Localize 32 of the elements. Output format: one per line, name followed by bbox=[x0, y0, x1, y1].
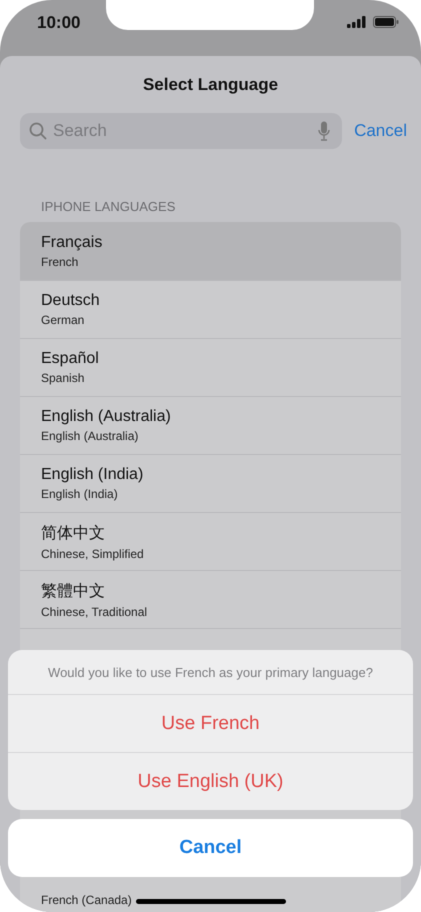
section-header: IPHONE LANGUAGES bbox=[41, 199, 176, 214]
language-row[interactable]: 简体中文 Chinese, Simplified bbox=[20, 512, 401, 570]
microphone-icon[interactable] bbox=[318, 121, 330, 141]
language-subtitle: English (Australia) bbox=[41, 429, 138, 443]
language-name: Español bbox=[41, 350, 100, 368]
language-row[interactable]: English (Australia) English (Australia) bbox=[20, 396, 401, 454]
language-subtitle: Chinese, Simplified bbox=[41, 546, 144, 560]
language-subtitle: French (Canada) bbox=[41, 893, 132, 907]
status-time: 10:00 bbox=[37, 13, 80, 33]
language-row[interactable]: 繁體中文 Chinese, Traditional bbox=[20, 570, 401, 628]
language-subtitle: Chinese, Traditional bbox=[41, 604, 148, 618]
language-subtitle: English (India) bbox=[41, 487, 118, 501]
language-name: 简体中文 bbox=[41, 524, 106, 544]
language-name: 繁體中文 bbox=[41, 582, 106, 602]
battery-icon bbox=[373, 16, 399, 28]
language-row[interactable]: Français French bbox=[20, 222, 401, 280]
language-subtitle: German bbox=[41, 313, 84, 327]
language-name: Deutsch bbox=[41, 292, 101, 310]
language-row[interactable]: English (India) English (India) bbox=[20, 454, 401, 512]
signal-icon bbox=[347, 16, 367, 28]
language-name: English (India) bbox=[41, 466, 144, 484]
search-icon bbox=[29, 122, 47, 140]
language-subtitle: French bbox=[41, 254, 78, 268]
cancel-button[interactable]: Cancel bbox=[8, 819, 413, 877]
language-subtitle: Spanish bbox=[41, 371, 84, 385]
language-row[interactable]: Deutsch German bbox=[20, 280, 401, 338]
language-name: Français bbox=[41, 234, 104, 252]
action-message: Would you like to use French as your primary language? bbox=[47, 664, 374, 682]
language-name: English (Australia) bbox=[41, 408, 172, 426]
language-row[interactable]: Español Spanish bbox=[20, 338, 401, 396]
sheet-title: Select Language bbox=[142, 74, 280, 95]
search-field[interactable]: Search bbox=[20, 113, 342, 149]
